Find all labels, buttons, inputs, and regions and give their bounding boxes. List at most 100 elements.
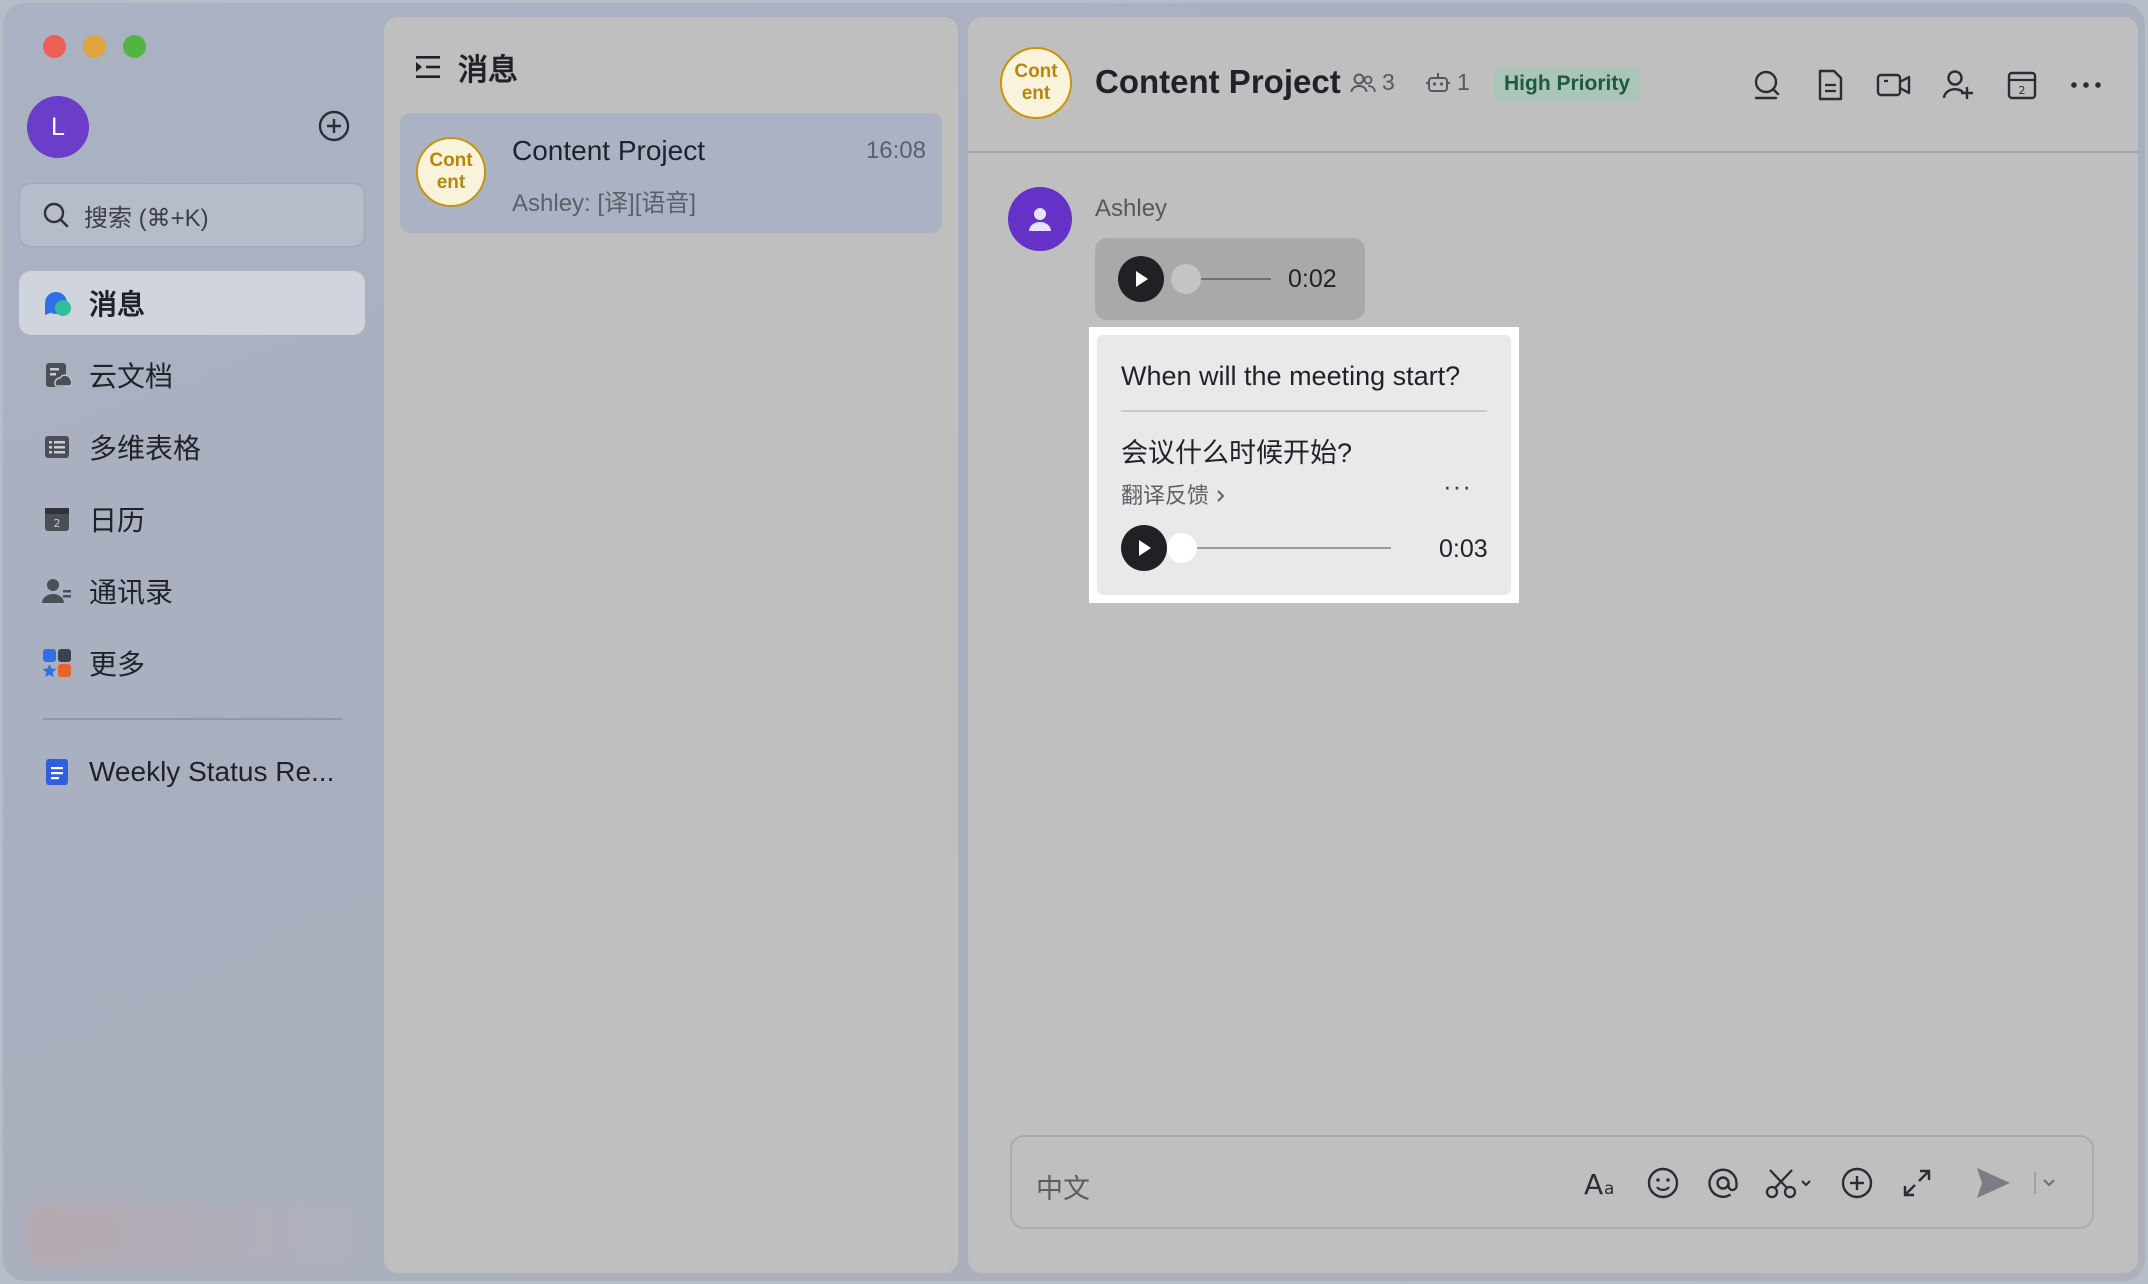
conversation-list-header: 消息 — [414, 45, 518, 89]
sidebar: L 搜索 (⌘+K) 消息 云文档 多维表格 2 日历 通讯录 更多 Weekl… — [3, 3, 378, 1281]
doc-icon — [1818, 69, 1843, 101]
emoji-button[interactable] — [1644, 1164, 1682, 1202]
bot-count[interactable]: 1 — [1425, 69, 1470, 96]
sidebar-item-more[interactable]: 更多 — [19, 631, 365, 695]
chevron-right-icon — [1217, 490, 1225, 502]
add-attachment-button[interactable] — [1838, 1164, 1876, 1202]
collapse-sidebar-icon[interactable] — [414, 54, 442, 80]
plus-circle-icon — [318, 110, 350, 142]
sender-avatar[interactable] — [1008, 187, 1072, 251]
priority-tag[interactable]: High Priority — [1494, 67, 1641, 101]
sidebar-item-calendar[interactable]: 2 日历 — [19, 487, 365, 551]
chat-avatar-line1: Cont — [1014, 61, 1058, 82]
search-input[interactable]: 搜索 (⌘+K) — [19, 183, 365, 247]
group-avatar-line2: ent — [436, 172, 466, 193]
chat-calendar-button[interactable]: 2 — [2004, 67, 2040, 103]
document-icon — [41, 756, 73, 788]
translation-feedback-link[interactable]: 翻译反馈 — [1121, 478, 1227, 510]
cloud-doc-icon — [41, 359, 73, 391]
group-avatar: Cont ent — [416, 137, 486, 207]
sidebar-item-label: 通讯录 — [89, 577, 174, 608]
calendar-icon: 2 — [41, 503, 73, 535]
send-button[interactable] — [1974, 1164, 2012, 1202]
plus-circle-icon — [1841, 1167, 1873, 1199]
bot-icon — [1426, 72, 1450, 92]
more-icon — [2071, 82, 2101, 88]
translated-text: 会议什么时候开始? — [1121, 438, 1353, 468]
message-input[interactable]: 中文 — [1036, 1167, 1090, 1206]
search-chat-icon — [1754, 70, 1780, 100]
member-count-value: 3 — [1382, 69, 1395, 95]
create-button[interactable] — [316, 108, 352, 144]
pinned-doc-label: Weekly Status Re... — [89, 756, 335, 787]
send-options-button[interactable] — [2032, 1164, 2062, 1202]
translation-more-button[interactable]: ··· — [1443, 471, 1472, 502]
video-call-button[interactable] — [1876, 67, 1912, 103]
add-member-button[interactable] — [1940, 67, 1976, 103]
chat-docs-button[interactable] — [1812, 67, 1848, 103]
conversation-list-panel: 消息 Cont ent Content Project 16:08 Ashley… — [384, 17, 958, 1273]
translation-card: When will the meeting start? 会议什么时候开始? 翻… — [1097, 335, 1511, 595]
sidebar-item-messages[interactable]: 消息 — [19, 271, 365, 335]
play-translated-voice-button[interactable] — [1121, 525, 1167, 571]
translated-voice-knob[interactable] — [1167, 533, 1197, 563]
sender-name: Ashley — [1095, 195, 1168, 222]
chat-panel: Cont ent Content Project 3 1 High Priori… — [968, 17, 2138, 1273]
transcript-text: When will the meeting start? — [1121, 361, 1461, 391]
conversation-time: 16:08 — [865, 137, 926, 164]
search-icon — [43, 202, 69, 228]
text-format-button[interactable]: A a — [1584, 1164, 1622, 1202]
send-icon — [1977, 1168, 2010, 1198]
members-icon — [1350, 73, 1376, 92]
table-icon — [41, 431, 73, 463]
group-avatar-line1: Cont — [429, 150, 473, 171]
play-icon — [1136, 271, 1148, 287]
sidebar-nav: 消息 云文档 多维表格 2 日历 通讯录 更多 — [19, 271, 365, 703]
play-voice-button[interactable] — [1118, 256, 1164, 302]
sidebar-item-base[interactable]: 多维表格 — [19, 415, 365, 479]
chat-bubble-icon — [41, 287, 73, 319]
conversation-title: Content Project — [512, 135, 705, 166]
text-format-icon: A a — [1584, 1168, 1614, 1199]
emoji-icon — [1647, 1167, 1679, 1199]
conversation-item[interactable]: Cont ent Content Project 16:08 Ashley: [… — [400, 113, 942, 233]
bot-count-value: 1 — [1457, 69, 1470, 95]
voice-progress-knob[interactable] — [1171, 264, 1201, 294]
contacts-icon — [41, 575, 73, 607]
video-call-icon — [1876, 73, 1911, 97]
mention-button[interactable] — [1704, 1164, 1742, 1202]
play-icon — [1139, 540, 1151, 556]
screenshot-button[interactable] — [1764, 1164, 1816, 1202]
user-initial: L — [51, 112, 65, 141]
sidebar-item-cloud-docs[interactable]: 云文档 — [19, 343, 365, 407]
svg-text:2: 2 — [54, 517, 61, 530]
user-avatar[interactable]: L — [27, 96, 89, 158]
chat-header: Cont ent Content Project 3 1 High Priori… — [968, 17, 2138, 153]
sidebar-item-contacts[interactable]: 通讯录 — [19, 559, 365, 623]
member-count[interactable]: 3 — [1350, 69, 1395, 96]
svg-text:a: a — [1604, 1179, 1614, 1199]
sidebar-item-label: 更多 — [89, 649, 146, 680]
expand-composer-button[interactable] — [1898, 1164, 1936, 1202]
voice-message[interactable]: 0:02 — [1095, 238, 1365, 320]
translated-voice-duration: 0:03 — [1439, 535, 1488, 563]
translation-feedback-label: 翻译反馈 — [1121, 483, 1210, 508]
chat-avatar-line2: ent — [1021, 83, 1051, 104]
conversation-preview: Ashley: [译][语音] — [512, 190, 697, 217]
chat-more-button[interactable] — [2068, 67, 2104, 103]
expand-icon — [1903, 1169, 1931, 1197]
message-composer[interactable]: 中文 A a — [1010, 1135, 2094, 1229]
translation-highlight: When will the meeting start? 会议什么时候开始? 翻… — [1089, 327, 1519, 603]
mention-icon — [1708, 1168, 1738, 1198]
sidebar-pinned-doc[interactable]: Weekly Status Re... — [19, 740, 365, 804]
svg-text:A: A — [1584, 1168, 1603, 1199]
search-chat-button[interactable] — [1748, 67, 1784, 103]
add-member-icon — [1942, 70, 1973, 99]
chat-group-avatar[interactable]: Cont ent — [1000, 47, 1072, 119]
scissors-icon — [1765, 1169, 1811, 1199]
blurred-area — [29, 1203, 355, 1265]
svg-text:2: 2 — [2019, 84, 2026, 97]
sidebar-item-label: 消息 — [89, 289, 146, 320]
person-icon — [1029, 208, 1051, 231]
chat-title: Content Project — [1095, 63, 1341, 100]
